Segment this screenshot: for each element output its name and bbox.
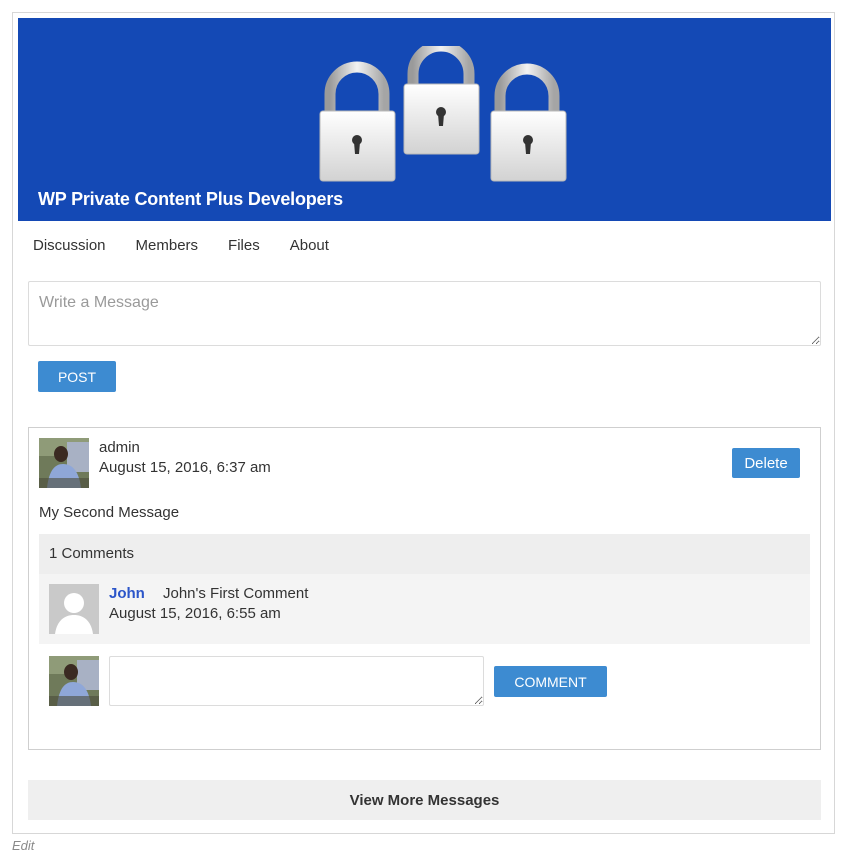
lock-right-icon bbox=[490, 63, 567, 182]
post-button[interactable]: POST bbox=[38, 361, 116, 392]
message-author: admin bbox=[99, 439, 140, 456]
comment-text: John's First Comment bbox=[163, 585, 309, 602]
delete-button[interactable]: Delete bbox=[732, 448, 800, 478]
group-banner: WP Private Content Plus Developers bbox=[18, 18, 831, 221]
default-avatar-icon bbox=[49, 584, 99, 634]
group-title: WP Private Content Plus Developers bbox=[38, 189, 343, 209]
padlocks-icon bbox=[319, 46, 567, 182]
message-body: My Second Message bbox=[39, 504, 180, 521]
tab-discussion[interactable]: Discussion bbox=[33, 237, 106, 254]
message-date: August 15, 2016, 6:37 am bbox=[99, 459, 271, 476]
lock-left-icon bbox=[319, 61, 396, 182]
lock-middle-icon bbox=[403, 46, 480, 155]
view-more-messages-button[interactable]: View More Messages bbox=[28, 780, 821, 820]
tab-about[interactable]: About bbox=[290, 237, 329, 254]
current-user-avatar bbox=[49, 656, 99, 706]
tab-members[interactable]: Members bbox=[136, 237, 199, 254]
comment-date: August 15, 2016, 6:55 am bbox=[109, 605, 281, 622]
comment-author-link[interactable]: John bbox=[109, 585, 145, 602]
tab-files[interactable]: Files bbox=[228, 237, 260, 254]
message-card: admin August 15, 2016, 6:37 am Delete My… bbox=[28, 427, 821, 750]
admin-avatar bbox=[39, 438, 89, 488]
group-tabs: Discussion Members Files About bbox=[33, 237, 359, 254]
comment-item: John John's First Comment August 15, 201… bbox=[39, 574, 810, 644]
comment-button[interactable]: COMMENT bbox=[494, 666, 607, 697]
edit-link[interactable]: Edit bbox=[12, 838, 34, 853]
comments-count: 1 Comments bbox=[39, 534, 810, 574]
comment-input[interactable] bbox=[109, 656, 484, 706]
message-input[interactable] bbox=[28, 281, 821, 346]
